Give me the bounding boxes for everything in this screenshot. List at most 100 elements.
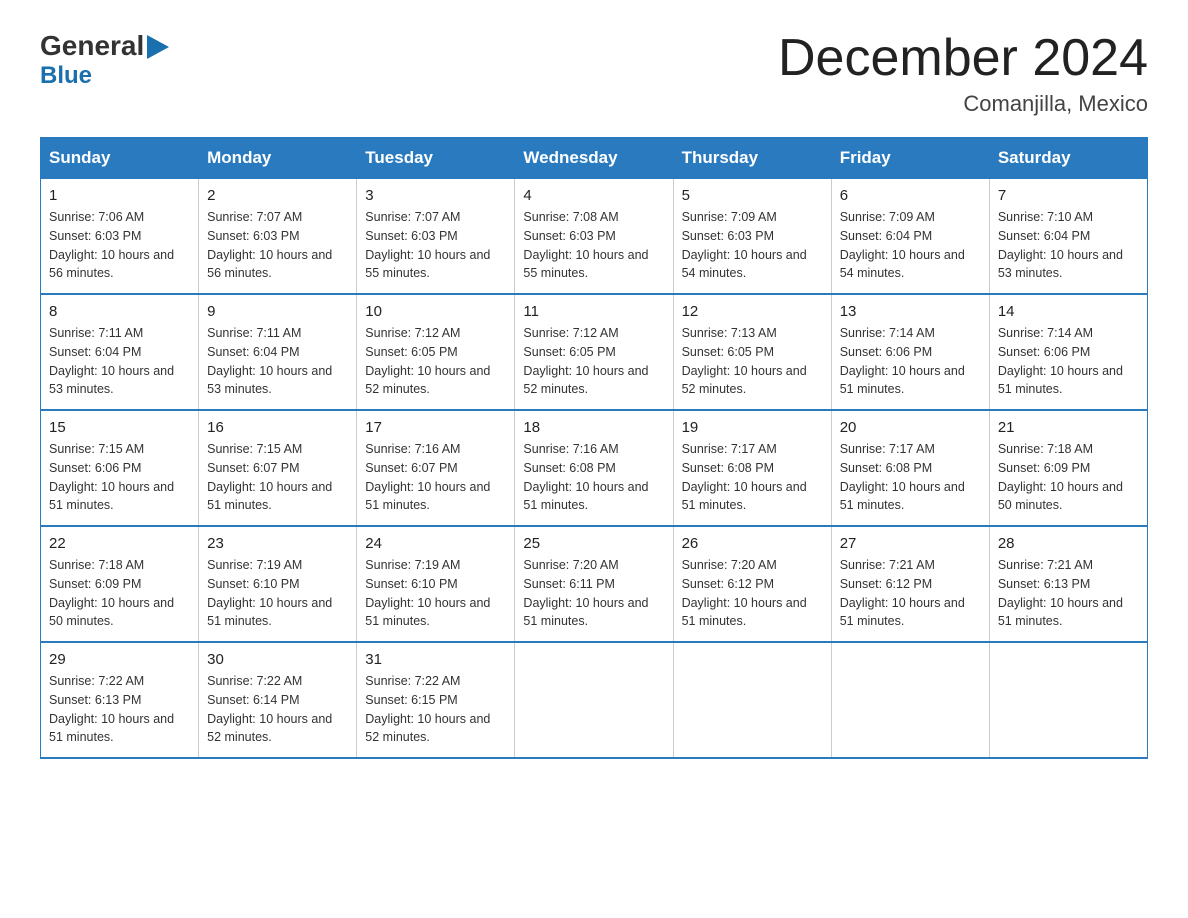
day-info: Sunrise: 7:19 AMSunset: 6:10 PMDaylight:… (207, 556, 348, 631)
day-info: Sunrise: 7:08 AMSunset: 6:03 PMDaylight:… (523, 208, 664, 283)
day-info: Sunrise: 7:18 AMSunset: 6:09 PMDaylight:… (998, 440, 1139, 515)
day-info: Sunrise: 7:14 AMSunset: 6:06 PMDaylight:… (998, 324, 1139, 399)
calendar-cell: 15 Sunrise: 7:15 AMSunset: 6:06 PMDayligh… (41, 410, 199, 526)
day-info: Sunrise: 7:11 AMSunset: 6:04 PMDaylight:… (207, 324, 348, 399)
day-info: Sunrise: 7:06 AMSunset: 6:03 PMDaylight:… (49, 208, 190, 283)
calendar-cell: 24 Sunrise: 7:19 AMSunset: 6:10 PMDayligh… (357, 526, 515, 642)
day-number: 3 (365, 187, 506, 204)
day-info: Sunrise: 7:17 AMSunset: 6:08 PMDaylight:… (682, 440, 823, 515)
calendar-cell (515, 642, 673, 758)
day-number: 27 (840, 535, 981, 552)
day-number: 8 (49, 303, 190, 320)
day-info: Sunrise: 7:14 AMSunset: 6:06 PMDaylight:… (840, 324, 981, 399)
logo: General Blue (40, 30, 169, 90)
day-number: 22 (49, 535, 190, 552)
calendar-cell: 31 Sunrise: 7:22 AMSunset: 6:15 PMDayligh… (357, 642, 515, 758)
week-row-5: 29 Sunrise: 7:22 AMSunset: 6:13 PMDayligh… (41, 642, 1148, 758)
day-info: Sunrise: 7:12 AMSunset: 6:05 PMDaylight:… (523, 324, 664, 399)
calendar-header-row: SundayMondayTuesdayWednesdayThursdayFrid… (41, 138, 1148, 179)
calendar-cell: 13 Sunrise: 7:14 AMSunset: 6:06 PMDayligh… (831, 294, 989, 410)
calendar-cell: 11 Sunrise: 7:12 AMSunset: 6:05 PMDayligh… (515, 294, 673, 410)
calendar-cell: 14 Sunrise: 7:14 AMSunset: 6:06 PMDayligh… (989, 294, 1147, 410)
day-number: 9 (207, 303, 348, 320)
day-info: Sunrise: 7:21 AMSunset: 6:12 PMDaylight:… (840, 556, 981, 631)
calendar-cell: 26Sunrise: 7:20 AMSunset: 6:12 PMDayligh… (673, 526, 831, 642)
calendar-cell: 21Sunrise: 7:18 AMSunset: 6:09 PMDayligh… (989, 410, 1147, 526)
header-tuesday: Tuesday (357, 138, 515, 179)
week-row-1: 1 Sunrise: 7:06 AMSunset: 6:03 PMDaylight… (41, 179, 1148, 295)
header-sunday: Sunday (41, 138, 199, 179)
day-number: 6 (840, 187, 981, 204)
day-info: Sunrise: 7:18 AMSunset: 6:09 PMDaylight:… (49, 556, 190, 631)
day-info: Sunrise: 7:07 AMSunset: 6:03 PMDaylight:… (207, 208, 348, 283)
day-number: 12 (682, 303, 823, 320)
day-number: 25 (523, 535, 664, 552)
calendar-cell: 19Sunrise: 7:17 AMSunset: 6:08 PMDayligh… (673, 410, 831, 526)
day-number: 17 (365, 419, 506, 436)
day-number: 20 (840, 419, 981, 436)
calendar-cell: 2 Sunrise: 7:07 AMSunset: 6:03 PMDaylight… (199, 179, 357, 295)
calendar-cell: 5 Sunrise: 7:09 AMSunset: 6:03 PMDaylight… (673, 179, 831, 295)
day-number: 13 (840, 303, 981, 320)
calendar-cell: 16 Sunrise: 7:15 AMSunset: 6:07 PMDayligh… (199, 410, 357, 526)
calendar-cell: 8 Sunrise: 7:11 AMSunset: 6:04 PMDaylight… (41, 294, 199, 410)
week-row-3: 15 Sunrise: 7:15 AMSunset: 6:06 PMDayligh… (41, 410, 1148, 526)
day-info: Sunrise: 7:15 AMSunset: 6:07 PMDaylight:… (207, 440, 348, 515)
day-info: Sunrise: 7:10 AMSunset: 6:04 PMDaylight:… (998, 208, 1139, 283)
day-number: 23 (207, 535, 348, 552)
calendar-cell: 30Sunrise: 7:22 AMSunset: 6:14 PMDayligh… (199, 642, 357, 758)
header-friday: Friday (831, 138, 989, 179)
calendar-cell: 1 Sunrise: 7:06 AMSunset: 6:03 PMDaylight… (41, 179, 199, 295)
day-info: Sunrise: 7:22 AMSunset: 6:15 PMDaylight:… (365, 672, 506, 747)
day-info: Sunrise: 7:12 AMSunset: 6:05 PMDaylight:… (365, 324, 506, 399)
header-monday: Monday (199, 138, 357, 179)
day-info: Sunrise: 7:09 AMSunset: 6:04 PMDaylight:… (840, 208, 981, 283)
day-number: 29 (49, 651, 190, 668)
day-number: 30 (207, 651, 348, 668)
calendar-subtitle: Comanjilla, Mexico (778, 91, 1148, 117)
logo-general-text: General (40, 30, 144, 62)
day-info: Sunrise: 7:09 AMSunset: 6:03 PMDaylight:… (682, 208, 823, 283)
day-info: Sunrise: 7:19 AMSunset: 6:10 PMDaylight:… (365, 556, 506, 631)
calendar-title: December 2024 (778, 30, 1148, 87)
day-number: 18 (523, 419, 664, 436)
day-info: Sunrise: 7:15 AMSunset: 6:06 PMDaylight:… (49, 440, 190, 515)
day-info: Sunrise: 7:11 AMSunset: 6:04 PMDaylight:… (49, 324, 190, 399)
calendar-cell: 22 Sunrise: 7:18 AMSunset: 6:09 PMDayligh… (41, 526, 199, 642)
calendar-cell: 20 Sunrise: 7:17 AMSunset: 6:08 PMDayligh… (831, 410, 989, 526)
day-number: 11 (523, 303, 664, 320)
day-number: 28 (998, 535, 1139, 552)
day-info: Sunrise: 7:20 AMSunset: 6:12 PMDaylight:… (682, 556, 823, 631)
day-number: 5 (682, 187, 823, 204)
day-number: 15 (49, 419, 190, 436)
day-number: 14 (998, 303, 1139, 320)
day-number: 24 (365, 535, 506, 552)
calendar-cell (673, 642, 831, 758)
day-info: Sunrise: 7:17 AMSunset: 6:08 PMDaylight:… (840, 440, 981, 515)
title-area: December 2024 Comanjilla, Mexico (778, 30, 1148, 117)
day-number: 1 (49, 187, 190, 204)
calendar-cell: 17Sunrise: 7:16 AMSunset: 6:07 PMDayligh… (357, 410, 515, 526)
calendar-cell: 7 Sunrise: 7:10 AMSunset: 6:04 PMDaylight… (989, 179, 1147, 295)
day-number: 2 (207, 187, 348, 204)
day-number: 31 (365, 651, 506, 668)
calendar-cell: 10Sunrise: 7:12 AMSunset: 6:05 PMDayligh… (357, 294, 515, 410)
day-info: Sunrise: 7:07 AMSunset: 6:03 PMDaylight:… (365, 208, 506, 283)
calendar-cell: 3 Sunrise: 7:07 AMSunset: 6:03 PMDaylight… (357, 179, 515, 295)
day-number: 16 (207, 419, 348, 436)
day-info: Sunrise: 7:13 AMSunset: 6:05 PMDaylight:… (682, 324, 823, 399)
calendar-table: SundayMondayTuesdayWednesdayThursdayFrid… (40, 137, 1148, 759)
page-header: General Blue December 2024 Comanjilla, M… (40, 30, 1148, 117)
calendar-cell: 23 Sunrise: 7:19 AMSunset: 6:10 PMDayligh… (199, 526, 357, 642)
day-info: Sunrise: 7:22 AMSunset: 6:13 PMDaylight:… (49, 672, 190, 747)
calendar-cell: 28 Sunrise: 7:21 AMSunset: 6:13 PMDayligh… (989, 526, 1147, 642)
day-info: Sunrise: 7:21 AMSunset: 6:13 PMDaylight:… (998, 556, 1139, 631)
day-number: 4 (523, 187, 664, 204)
day-info: Sunrise: 7:16 AMSunset: 6:08 PMDaylight:… (523, 440, 664, 515)
calendar-cell: 27 Sunrise: 7:21 AMSunset: 6:12 PMDayligh… (831, 526, 989, 642)
day-number: 7 (998, 187, 1139, 204)
calendar-cell: 4 Sunrise: 7:08 AMSunset: 6:03 PMDaylight… (515, 179, 673, 295)
calendar-cell: 12 Sunrise: 7:13 AMSunset: 6:05 PMDayligh… (673, 294, 831, 410)
calendar-cell (831, 642, 989, 758)
calendar-cell: 29 Sunrise: 7:22 AMSunset: 6:13 PMDayligh… (41, 642, 199, 758)
